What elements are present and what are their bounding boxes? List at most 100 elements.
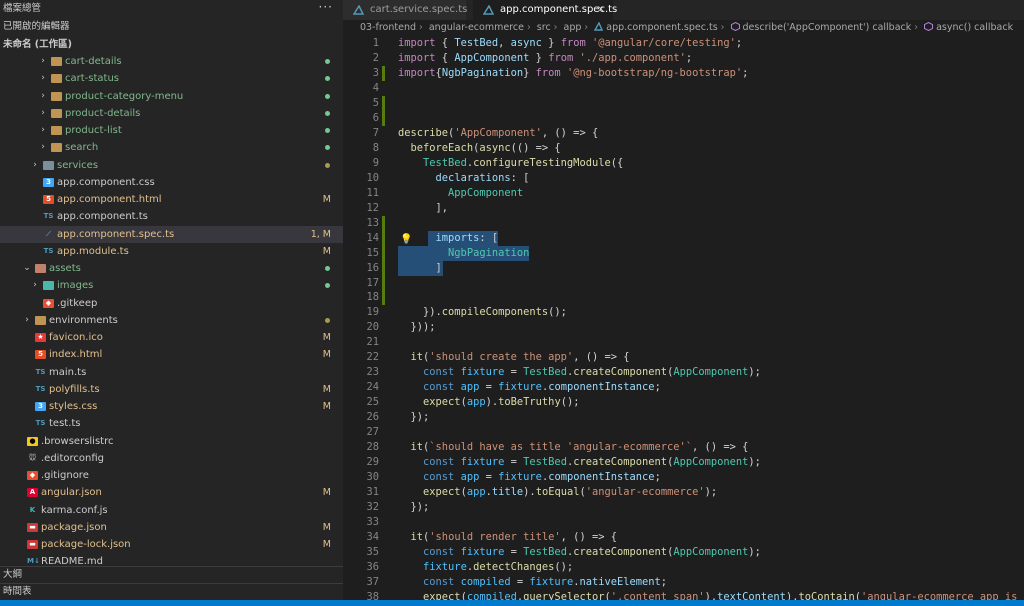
code-line[interactable]: 16 ] [343, 260, 1024, 276]
breadcrumb-item[interactable]: async() callback [936, 20, 1013, 36]
code-line[interactable]: 34 it('should render title', () => { [343, 530, 1024, 545]
code-line[interactable]: 9 TestBed.configureTestingModule({ [343, 156, 1024, 171]
chevron-right-icon[interactable]: › [38, 70, 48, 87]
tree-item[interactable]: TS app.component.ts [0, 208, 343, 225]
code-line[interactable]: 23 const fixture = TestBed.createCompone… [343, 365, 1024, 380]
open-editors-section[interactable]: 已開啟的編輯器 [0, 18, 343, 36]
code-line[interactable]: 21 [343, 335, 1024, 350]
chevron-right-icon[interactable]: › [38, 139, 48, 156]
tree-item[interactable]: Aangular.json M [0, 484, 343, 501]
code-line[interactable]: 27 [343, 425, 1024, 440]
code-line[interactable]: 20 })); [343, 320, 1024, 335]
tree-item[interactable]: › cart-details [0, 53, 343, 70]
tab-cart-service-spec[interactable]: cart.service.spec.ts [343, 0, 467, 20]
timeline-section[interactable]: 時間表 [0, 583, 343, 599]
code-editor[interactable]: 1 import { TestBed, async } from '@angula… [343, 36, 1024, 606]
tree-item[interactable]: 5 app.component.html M [0, 191, 343, 208]
chevron-right-icon[interactable]: › [38, 105, 48, 122]
tree-item[interactable]: › services [0, 157, 343, 174]
tree-item[interactable]: 🐭 .editorconfig [0, 450, 343, 467]
git-gutter-marker [382, 65, 385, 81]
tree-item[interactable]: ● .browserslistrc [0, 433, 343, 450]
chevron-right-icon[interactable]: › [22, 312, 32, 329]
code-line[interactable]: 4 [343, 81, 1024, 96]
chevron-right-icon[interactable]: › [30, 277, 40, 294]
code-line[interactable]: 6 [343, 110, 1024, 126]
tree-item[interactable]: Kkarma.conf.js [0, 502, 343, 519]
tree-item[interactable]: › cart-status [0, 70, 343, 87]
chevron-right-icon[interactable]: › [38, 53, 48, 70]
chevron-right-icon[interactable]: › [30, 157, 40, 174]
tree-item[interactable]: ◆ .gitignore [0, 467, 343, 484]
code-token: fixture [498, 471, 542, 484]
code-line[interactable]: 29 const fixture = TestBed.createCompone… [343, 455, 1024, 470]
chevron-right-icon[interactable]: › [38, 88, 48, 105]
tree-item[interactable]: › images [0, 277, 343, 294]
code-line[interactable]: 7 describe('AppComponent', () => { [343, 126, 1024, 141]
close-icon[interactable]: × [597, 0, 605, 20]
tree-item[interactable]: 5 index.html M [0, 346, 343, 363]
chevron-right-icon[interactable]: › [38, 122, 48, 139]
code-line[interactable]: 37 const compiled = fixture.nativeElemen… [343, 575, 1024, 590]
code-line[interactable]: 28 it(`should have as title 'angular-eco… [343, 440, 1024, 455]
code-line[interactable]: 11 AppComponent [343, 186, 1024, 201]
code-line[interactable]: 13 [343, 215, 1024, 231]
code-line[interactable]: 14 💡 imports: [ [343, 230, 1024, 246]
tree-item[interactable]: ▬ package.json M [0, 519, 343, 536]
code-line[interactable]: 26 }); [343, 410, 1024, 425]
tree-item[interactable]: TS main.ts [0, 364, 343, 381]
tab-app-component-spec[interactable]: app.component.spec.ts × [473, 0, 617, 20]
tree-item[interactable]: ◆ .gitkeep [0, 295, 343, 312]
tree-item[interactable]: TS test.ts [0, 415, 343, 432]
tree-item[interactable]: › search [0, 139, 343, 156]
code-line[interactable]: 22 it('should create the app', () => { [343, 350, 1024, 365]
code-line[interactable]: 15 NgbPagination [343, 245, 1024, 261]
breadcrumb-item[interactable]: app.component.spec.ts [606, 20, 717, 36]
code-line[interactable]: 31 expect(app.title).toEqual('angular-ec… [343, 485, 1024, 500]
code-line[interactable]: 1 import { TestBed, async } from '@angula… [343, 36, 1024, 51]
tree-item[interactable]: › environments [0, 312, 343, 329]
code-line[interactable]: 33 [343, 515, 1024, 530]
tree-item[interactable]: ★ favicon.ico M [0, 329, 343, 346]
tree-item[interactable]: › product-category-menu [0, 88, 343, 105]
code-line[interactable]: 17 [343, 275, 1024, 291]
code-line[interactable]: 19 }).compileComponents(); [343, 305, 1024, 320]
tree-item[interactable]: ⟋ app.component.spec.ts 1, M [0, 225, 343, 243]
outline-section[interactable]: 大綱 [0, 566, 343, 582]
code-line[interactable]: 8 beforeEach(async(() => { [343, 141, 1024, 156]
code-line[interactable]: 24 const app = fixture.componentInstance… [343, 380, 1024, 395]
breadcrumb-item[interactable]: angular-ecommerce [429, 20, 524, 36]
tree-item[interactable]: M↓ README.md [0, 553, 343, 565]
more-actions-icon[interactable]: ··· [319, 0, 333, 14]
workspace-section[interactable]: 未命名 (工作區) [0, 36, 343, 54]
code-line[interactable]: 25 expect(app).toBeTruthy(); [343, 395, 1024, 410]
code-line[interactable]: 3 import{NgbPagination} from '@ng-bootstr… [343, 65, 1024, 81]
chevron-down-icon[interactable]: ⌄ [22, 260, 32, 277]
code-token: ; [654, 471, 661, 484]
code-line[interactable]: 18 [343, 290, 1024, 306]
tree-item[interactable]: 3 styles.css M [0, 398, 343, 415]
code-line[interactable]: 5 [343, 95, 1024, 111]
code-line[interactable]: 32 }); [343, 500, 1024, 515]
breadcrumb-item[interactable]: 03-frontend [360, 20, 416, 36]
tree-item[interactable]: › product-list [0, 122, 343, 139]
code-line[interactable]: 12 ], [343, 201, 1024, 216]
breadcrumb-item[interactable]: describe('AppComponent') callback [743, 20, 912, 36]
tree-item[interactable]: ▬ package-lock.json M [0, 536, 343, 553]
breadcrumb-item[interactable]: app [564, 20, 582, 36]
tree-item[interactable]: 3 app.component.css [0, 174, 343, 191]
code-token: AppComponent [673, 456, 749, 469]
tree-item-label: app.module.ts [57, 245, 129, 257]
code-line[interactable]: 30 const app = fixture.componentInstance… [343, 470, 1024, 485]
code-token: (); [554, 560, 574, 573]
code-line[interactable]: 36 fixture.detectChanges(); [343, 560, 1024, 575]
code-line[interactable]: 2 import { AppComponent } from './app.com… [343, 51, 1024, 66]
tree-item[interactable]: TS polyfills.ts M [0, 381, 343, 398]
tree-item[interactable]: ⌄ assets [0, 260, 343, 277]
breadcrumb-item[interactable]: src [537, 20, 551, 36]
line-number: 31 [366, 486, 379, 499]
tree-item[interactable]: TS app.module.ts M [0, 243, 343, 260]
code-line[interactable]: 35 const fixture = TestBed.createCompone… [343, 545, 1024, 560]
code-line[interactable]: 10 declarations: [ [343, 171, 1024, 186]
tree-item[interactable]: › product-details [0, 105, 343, 122]
